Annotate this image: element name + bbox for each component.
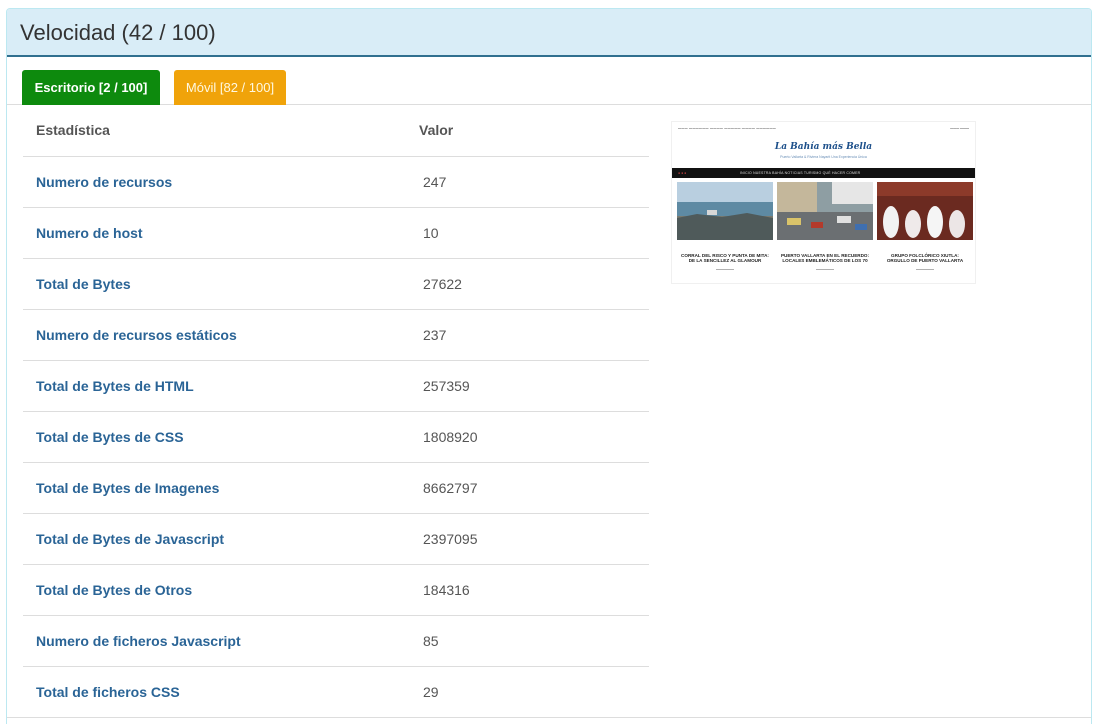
stat-label[interactable]: Numero de host xyxy=(23,207,406,259)
thumb-card: PUERTO VALLARTA EN EL RECUERDO: LOCALES … xyxy=(777,182,873,282)
stats-table: Estadística Valor Numero de recursos 247 … xyxy=(23,105,649,717)
table-row: Total de Bytes 27622 xyxy=(23,258,649,310)
header-value: Valor xyxy=(406,105,649,157)
table-header-row: Estadística Valor xyxy=(23,105,649,157)
thumb-card: CORRAL DEL RISCO Y PUNTA DE MITA: DE LA … xyxy=(677,182,773,282)
stat-label[interactable]: Numero de recursos xyxy=(23,156,406,208)
thumb-beach-image xyxy=(677,182,773,240)
stat-value: 184316 xyxy=(406,564,649,616)
thumb-card: GRUPO FOLCLÓRICO XIUTLA: ORGULLO DE PUER… xyxy=(877,182,973,282)
stat-value: 247 xyxy=(406,156,649,208)
thumb-topbar: ▬▬▬ ▬▬▬▬▬▬ ▬▬▬▬ ▬▬▬▬▬ ▬▬▬▬ ▬▬▬▬▬▬ ▬▬▬ ▬▬… xyxy=(672,122,975,134)
table-row: Total de Bytes de CSS 1808920 xyxy=(23,411,649,463)
table-row: Total de Bytes de HTML 257359 xyxy=(23,360,649,412)
stat-value: 237 xyxy=(406,309,649,361)
device-tabs: Escritorio [2 / 100] Móvil [82 / 100] xyxy=(7,57,1091,105)
thumb-nav-bar: ● ● ● INICIO NUESTRA BAHÍA NOTICIAS TURI… xyxy=(672,168,975,178)
stats-table-wrap: Estadística Valor Numero de recursos 247 … xyxy=(23,105,649,717)
stat-value: 257359 xyxy=(406,360,649,412)
stat-value: 10 xyxy=(406,207,649,259)
table-row: Numero de host 10 xyxy=(23,207,649,259)
thumb-dancers-image xyxy=(877,182,973,240)
stat-label[interactable]: Total de Bytes de HTML xyxy=(23,360,406,412)
thumb-card-caption: GRUPO FOLCLÓRICO XIUTLA: ORGULLO DE PUER… xyxy=(886,253,964,264)
thumb-card-date: ▬▬▬▬▬▬ xyxy=(916,267,934,272)
table-row: Numero de ficheros Javascript 85 xyxy=(23,615,649,667)
thumb-card-date: ▬▬▬▬▬▬ xyxy=(716,267,734,272)
stat-value: 2397095 xyxy=(406,513,649,565)
table-row: Total de Bytes de Javascript 2397095 xyxy=(23,513,649,565)
stat-label[interactable]: Total de Bytes de CSS xyxy=(23,411,406,463)
stat-label[interactable]: Total de Bytes de Imagenes xyxy=(23,462,406,514)
header-stat: Estadística xyxy=(23,105,406,157)
page-screenshot-thumbnail: ▬▬▬ ▬▬▬▬▬▬ ▬▬▬▬ ▬▬▬▬▬ ▬▬▬▬ ▬▬▬▬▬▬ ▬▬▬ ▬▬… xyxy=(671,121,976,284)
thumb-tagline: Puerto Vallarta & Riviera Nayarit Una Ex… xyxy=(780,155,867,159)
stat-label[interactable]: Total de Bytes xyxy=(23,258,406,310)
table-row: Total de Bytes de Imagenes 8662797 xyxy=(23,462,649,514)
thumb-street-image xyxy=(777,182,873,240)
stat-value: 27622 xyxy=(406,258,649,310)
thumb-nav-items: INICIO NUESTRA BAHÍA NOTICIAS TURISMO QU… xyxy=(740,171,861,175)
stat-value: 8662797 xyxy=(406,462,649,514)
stat-label[interactable]: Total de Bytes de Javascript xyxy=(23,513,406,565)
table-row: Total de Bytes de Otros 184316 xyxy=(23,564,649,616)
stat-value: 85 xyxy=(406,615,649,667)
panel-heading: Velocidad (42 / 100) xyxy=(7,9,1091,57)
tab-desktop[interactable]: Escritorio [2 / 100] xyxy=(22,70,160,105)
panel-bottom-divider xyxy=(7,717,1091,718)
thumb-logo: La Bahía más Bella xyxy=(774,142,873,152)
panel-title: Velocidad (42 / 100) xyxy=(20,20,216,45)
thumb-social-icons: ● ● ● xyxy=(678,171,687,175)
stat-label[interactable]: Numero de ficheros Javascript xyxy=(23,615,406,667)
thumb-topbar-right: ▬▬▬ ▬▬▬ xyxy=(950,126,969,130)
table-row: Numero de recursos 247 xyxy=(23,156,649,208)
thumb-card-caption: PUERTO VALLARTA EN EL RECUERDO: LOCALES … xyxy=(780,253,870,264)
thumb-card-caption: CORRAL DEL RISCO Y PUNTA DE MITA: DE LA … xyxy=(681,253,769,264)
stat-value: 1808920 xyxy=(406,411,649,463)
stat-value: 29 xyxy=(423,683,439,700)
stat-label[interactable]: Total de Bytes de Otros xyxy=(23,564,406,616)
table-row: Numero de recursos estáticos 237 xyxy=(23,309,649,361)
tab-mobile[interactable]: Móvil [82 / 100] xyxy=(174,70,286,105)
speed-panel: Velocidad (42 / 100) Escritorio [2 / 100… xyxy=(6,8,1092,724)
stat-label[interactable]: Total de ficheros CSS xyxy=(23,666,406,717)
table-row: Total de ficheros CSS 29 xyxy=(23,666,649,717)
stat-label[interactable]: Numero de recursos estáticos xyxy=(23,309,406,361)
thumb-topbar-links: ▬▬▬ ▬▬▬▬▬▬ ▬▬▬▬ ▬▬▬▬▬ ▬▬▬▬ ▬▬▬▬▬▬ xyxy=(678,126,777,130)
thumb-card-date: ▬▬▬▬▬▬ xyxy=(816,267,834,272)
